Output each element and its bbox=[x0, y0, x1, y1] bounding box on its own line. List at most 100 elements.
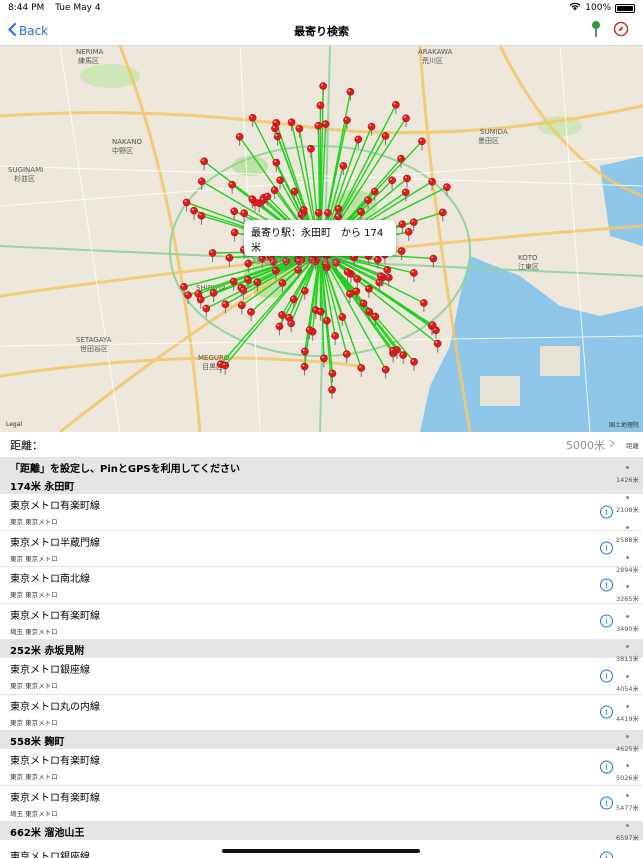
map-pin[interactable] bbox=[200, 157, 209, 171]
info-icon[interactable]: i bbox=[600, 705, 613, 719]
map-pin[interactable] bbox=[342, 350, 351, 364]
map-pin[interactable] bbox=[388, 176, 396, 190]
back-button[interactable]: Back bbox=[0, 22, 48, 39]
map-pin[interactable] bbox=[247, 308, 255, 321]
info-icon[interactable]: i bbox=[600, 796, 613, 810]
index-item[interactable]: 2588米 bbox=[616, 534, 639, 544]
map-pin[interactable] bbox=[392, 100, 400, 114]
station-table[interactable]: 「距離」を設定し、PinとGPSを利用してください 174米 永田町 東京メトロ… bbox=[0, 458, 643, 858]
map-view[interactable]: NERIMA 練馬区 ARAKAWA 荒川区 NAKANO 中野区 SUGINA… bbox=[0, 46, 643, 432]
index-item[interactable]: 3813米 bbox=[616, 653, 639, 663]
map-pin[interactable] bbox=[353, 275, 362, 289]
map-pin[interactable] bbox=[328, 385, 336, 399]
map-pin[interactable] bbox=[328, 369, 337, 383]
map-pin[interactable] bbox=[397, 247, 406, 261]
info-icon[interactable]: i bbox=[600, 541, 613, 555]
list-item[interactable]: 東京メトロ南北線 東京 東京メトロ i bbox=[0, 567, 643, 604]
map-pin[interactable] bbox=[381, 132, 390, 145]
map-pin[interactable] bbox=[402, 114, 410, 128]
map-pin[interactable] bbox=[270, 186, 279, 200]
map-pin[interactable] bbox=[331, 332, 339, 345]
map-pin[interactable] bbox=[248, 113, 257, 127]
index-item[interactable]: 3265米 bbox=[616, 593, 639, 603]
info-icon[interactable]: i bbox=[600, 760, 613, 774]
map-pin[interactable] bbox=[323, 316, 331, 330]
map-pin[interactable] bbox=[338, 313, 347, 326]
index-item[interactable]: 4625米 bbox=[616, 743, 639, 753]
map-pin[interactable] bbox=[182, 198, 191, 212]
map-pin[interactable] bbox=[357, 364, 366, 377]
map-callout[interactable]: 最寄り駅：永田町 から 174米 35.679027, 139.738354 bbox=[244, 220, 396, 266]
pin-icon[interactable] bbox=[591, 20, 601, 42]
map-pin[interactable] bbox=[365, 307, 374, 321]
map-pin[interactable] bbox=[443, 183, 451, 197]
map-pin[interactable] bbox=[389, 346, 397, 360]
map-pin[interactable] bbox=[300, 362, 309, 376]
list-item[interactable]: 東京メトロ丸の内線 東京 東京メトロ i bbox=[0, 694, 643, 731]
map-pin[interactable] bbox=[319, 82, 328, 96]
index-title[interactable]: 距離 bbox=[626, 440, 639, 450]
map-pin[interactable] bbox=[275, 322, 284, 336]
index-item[interactable]: 4419米 bbox=[616, 713, 639, 723]
map-pin[interactable] bbox=[237, 301, 246, 315]
map-pin[interactable] bbox=[221, 361, 230, 375]
map-pin[interactable] bbox=[398, 220, 407, 234]
index-item[interactable]: 4054米 bbox=[616, 683, 639, 693]
compass-icon[interactable] bbox=[613, 21, 629, 41]
map-pin[interactable] bbox=[289, 295, 298, 309]
index-item[interactable]: 2108米 bbox=[616, 504, 639, 514]
map-pin[interactable] bbox=[438, 208, 447, 222]
map-pin[interactable] bbox=[346, 87, 355, 101]
index-item[interactable]: 1426米 bbox=[616, 474, 639, 484]
list-item[interactable]: 東京メトロ半蔵門線 東京 東京メトロ i bbox=[0, 530, 643, 567]
distance-row[interactable]: 距離： 5000米 bbox=[0, 432, 643, 458]
list-item[interactable]: 東京メトロ有楽町線 東京 東京メトロ i bbox=[0, 749, 643, 786]
map-pin[interactable] bbox=[209, 289, 218, 302]
map-pin[interactable] bbox=[235, 132, 244, 146]
home-indicator[interactable] bbox=[222, 849, 420, 853]
list-item[interactable]: 東京メトロ有楽町線 埼玉 東京メトロ i bbox=[0, 785, 643, 822]
info-icon[interactable]: i bbox=[600, 669, 613, 683]
map-pin[interactable] bbox=[295, 124, 304, 138]
index-item[interactable]: 5477米 bbox=[616, 802, 639, 812]
map-pin[interactable] bbox=[301, 347, 309, 361]
info-icon[interactable]: i bbox=[600, 578, 613, 592]
list-item[interactable]: 東京メトロ有楽町線 埼玉 東京メトロ i bbox=[0, 603, 643, 640]
map-pin[interactable] bbox=[399, 351, 408, 365]
map-pin[interactable] bbox=[433, 339, 442, 353]
map-pin[interactable] bbox=[365, 285, 373, 298]
map-pin[interactable] bbox=[343, 116, 351, 130]
info-icon[interactable]: i bbox=[600, 614, 613, 628]
map-pin[interactable] bbox=[190, 206, 198, 220]
map-pin[interactable] bbox=[404, 227, 413, 241]
map-pin[interactable] bbox=[287, 118, 296, 132]
index-item[interactable]: 6597米 bbox=[616, 832, 639, 842]
map-pin[interactable] bbox=[410, 357, 418, 371]
section-index-bar[interactable]: 距離 1426米 2108米 2588米 2894米 3265米 3490米 3813米 40… bbox=[615, 440, 641, 858]
map-pin[interactable] bbox=[197, 211, 206, 225]
map-pin[interactable] bbox=[208, 249, 217, 262]
info-icon[interactable]: i bbox=[600, 505, 613, 519]
map-pin[interactable] bbox=[410, 269, 418, 282]
list-item[interactable]: 東京メトロ有楽町線 東京 東京メトロ i bbox=[0, 494, 643, 531]
info-icon[interactable]: i bbox=[600, 851, 613, 858]
map-pin[interactable] bbox=[278, 311, 286, 324]
map-pin[interactable] bbox=[229, 277, 238, 291]
index-dot bbox=[626, 764, 629, 768]
line-name: 東京メトロ有楽町線 bbox=[10, 501, 100, 513]
map-pin[interactable] bbox=[381, 365, 390, 379]
index-item[interactable]: 3490米 bbox=[616, 623, 639, 633]
map-pin[interactable] bbox=[230, 228, 239, 242]
map-pin[interactable] bbox=[276, 176, 284, 190]
map-legal-link[interactable]: Legal bbox=[6, 421, 22, 428]
map-pin[interactable] bbox=[403, 174, 411, 188]
map-pin[interactable] bbox=[300, 286, 309, 300]
index-item[interactable]: 5026米 bbox=[616, 772, 639, 782]
map-pin[interactable] bbox=[202, 304, 211, 318]
map-pin[interactable] bbox=[418, 137, 426, 151]
map-pin[interactable] bbox=[228, 180, 236, 194]
index-item[interactable]: 2894米 bbox=[616, 564, 639, 574]
list-item[interactable]: 東京メトロ銀座線 東京 東京メトロ i bbox=[0, 658, 643, 695]
map-pin[interactable] bbox=[420, 299, 428, 312]
map-pin[interactable] bbox=[307, 144, 315, 158]
